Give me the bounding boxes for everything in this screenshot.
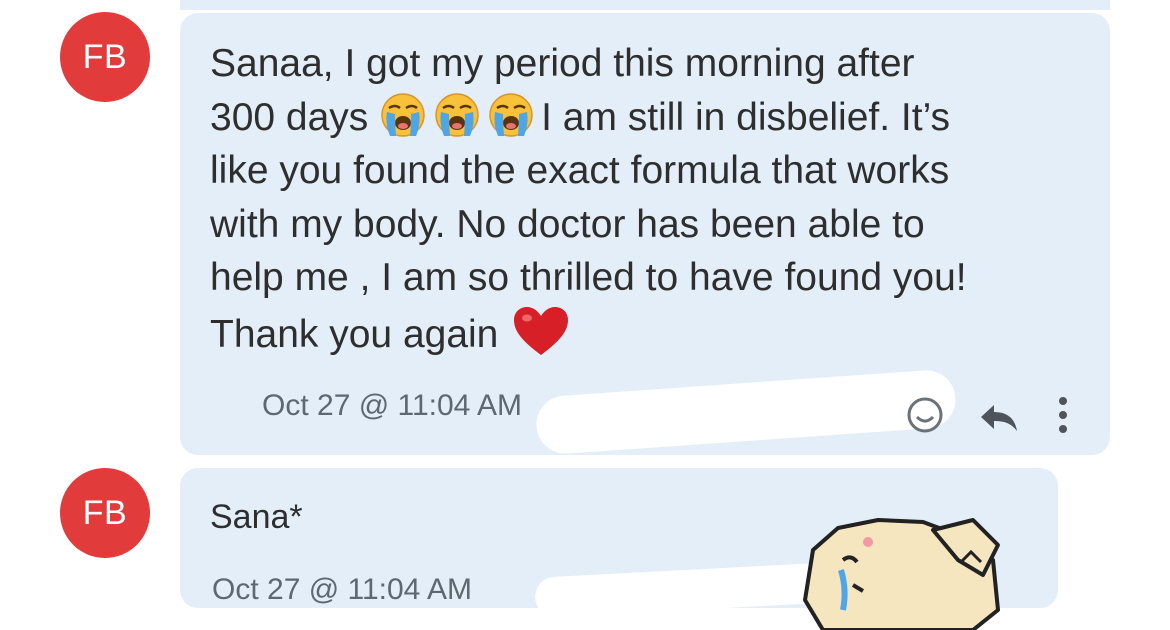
crying-dog-sticker-icon (803, 518, 1000, 630)
red-heart-icon (512, 305, 570, 357)
message-line: 300 days (210, 95, 380, 139)
message-bubble: Sana* Oct 27 @ 11:04 AM (180, 468, 1058, 630)
message-text: Sanaa, I got my period this morning afte… (210, 37, 1090, 361)
loudly-crying-face-icon (379, 92, 427, 138)
add-reaction-icon[interactable] (906, 396, 944, 434)
message-timestamp: Oct 27 @ 11:04 AM (262, 389, 523, 422)
message-line: Thank you again (210, 312, 499, 356)
message-line: with my body. No doctor has been able to (210, 202, 925, 246)
message-line: like you found the exact formula that wo… (210, 149, 950, 192)
more-vertical-icon[interactable] (1056, 395, 1070, 435)
loudly-crying-face-icon (433, 92, 481, 138)
message-text: Sana* (210, 498, 303, 536)
avatar-initials: FB (82, 493, 128, 532)
message-timestamp: Oct 27 @ 11:04 AM (212, 573, 473, 606)
message-line: I am still in disbelief. It’s (541, 95, 951, 139)
message-line: Sanaa, I got my period this morning afte… (210, 42, 915, 85)
message-line: help me , I am so thrilled to have found… (210, 256, 967, 299)
reply-icon[interactable] (978, 401, 1020, 433)
message-bubble: Sanaa, I got my period this morning afte… (180, 13, 1110, 456)
avatar[interactable]: FB (60, 468, 150, 558)
previous-message-bubble-edge (180, 0, 1110, 10)
redaction-mark (534, 368, 958, 456)
avatar[interactable]: FB (60, 12, 150, 102)
avatar-initials: FB (82, 37, 128, 76)
loudly-crying-face-icon (487, 92, 535, 138)
